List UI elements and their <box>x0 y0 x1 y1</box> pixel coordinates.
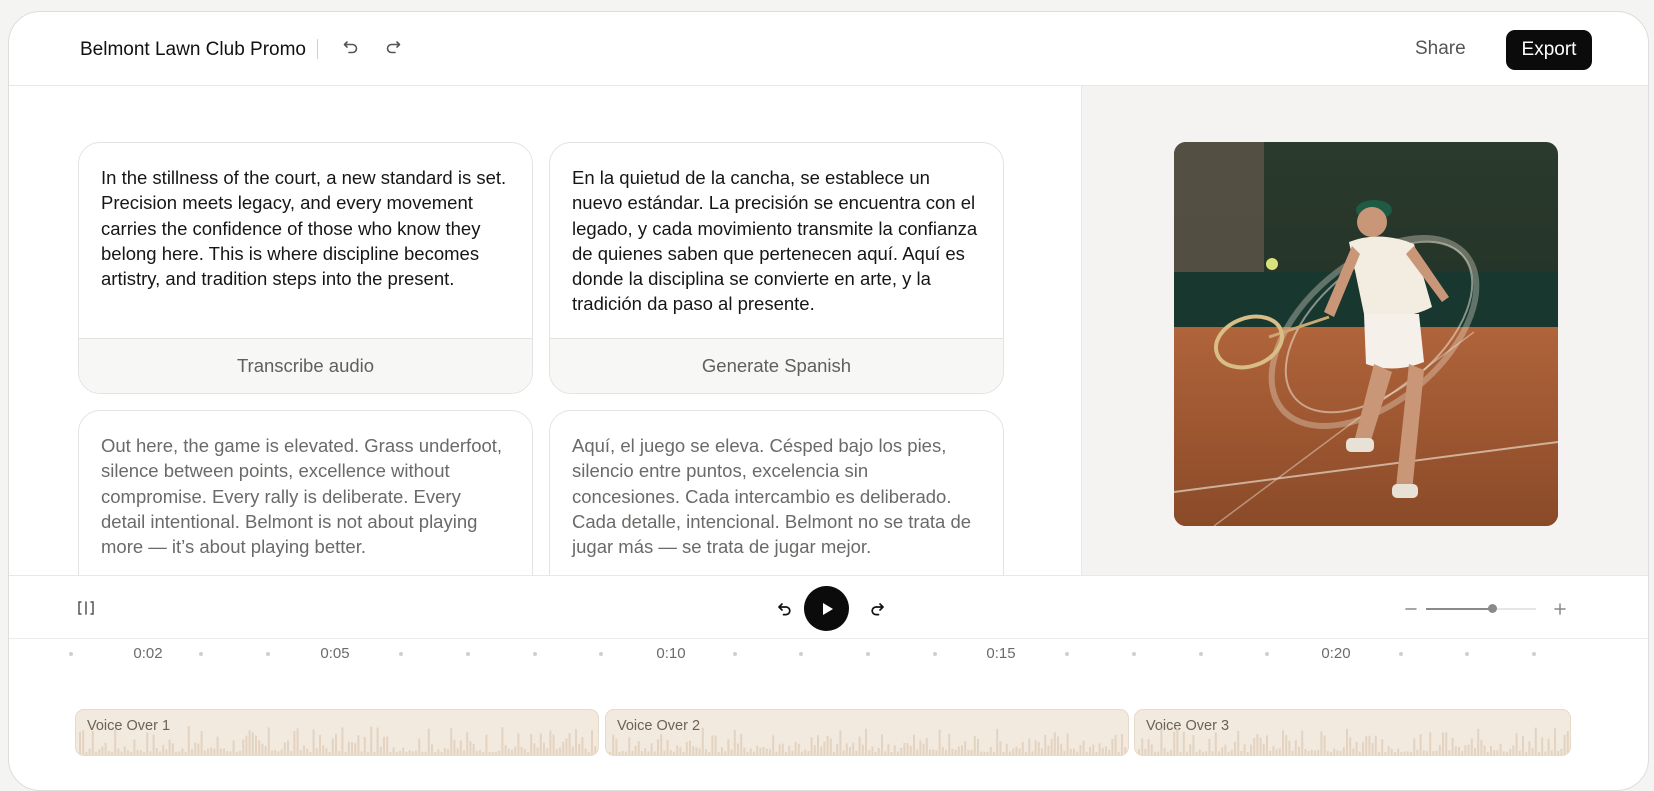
transcribe-audio-button[interactable]: Transcribe audio <box>79 338 532 393</box>
header-bar: Belmont Lawn Club Promo Share Export <box>9 12 1648 86</box>
zoom-out-icon <box>1405 608 1417 610</box>
voice-over-clip-1[interactable]: Voice Over 1 <box>75 709 599 756</box>
editor-window: Belmont Lawn Club Promo Share Export In … <box>8 11 1649 791</box>
ruler-tick <box>199 652 203 656</box>
play-icon <box>822 602 833 615</box>
export-button[interactable]: Export <box>1506 30 1592 70</box>
ruler-tick <box>69 652 73 656</box>
transcript-card-english-1[interactable]: In the stillness of the court, a new sta… <box>78 142 533 394</box>
forward-icon <box>871 603 884 616</box>
card-text[interactable]: In the stillness of the court, a new sta… <box>101 165 510 291</box>
ruler-tick <box>1199 652 1203 656</box>
zoom-in-button[interactable] <box>1546 595 1574 623</box>
ruler-tick <box>733 652 737 656</box>
ruler-tick <box>466 652 470 656</box>
ruler-tick <box>599 652 603 656</box>
panel-toggle-button[interactable] <box>72 594 100 622</box>
ruler-tick <box>1132 652 1136 656</box>
zoom-slider-fill <box>1426 608 1492 610</box>
ruler-tick <box>1465 652 1469 656</box>
waveform <box>609 727 1127 755</box>
zoom-out-button[interactable] <box>1397 595 1425 623</box>
ruler-tick <box>1265 652 1269 656</box>
panel-toggle-icon <box>78 601 94 615</box>
transcript-card-spanish-1[interactable]: En la quietud de la cancha, se establece… <box>549 142 1004 394</box>
forward-button[interactable] <box>863 595 891 623</box>
ruler-tick <box>799 652 803 656</box>
play-button[interactable] <box>804 586 849 631</box>
timeline-ruler[interactable]: 0:02 0:05 0:10 0:15 0:20 <box>9 640 1648 670</box>
ruler-label: 0:20 <box>1321 645 1351 662</box>
project-title: Belmont Lawn Club Promo <box>80 39 306 60</box>
rewind-button[interactable] <box>771 595 799 623</box>
ruler-label: 0:15 <box>986 645 1016 662</box>
ruler-label: 0:10 <box>656 645 686 662</box>
transport-bar <box>9 575 1648 639</box>
ruler-label: 0:05 <box>320 645 350 662</box>
zoom-slider-thumb[interactable] <box>1488 604 1497 613</box>
ruler-label: 0:02 <box>133 645 163 662</box>
ruler-tick <box>266 652 270 656</box>
zoom-slider[interactable] <box>1426 604 1536 613</box>
card-text[interactable]: Aquí, el juego se eleva. Césped bajo los… <box>572 433 981 559</box>
undo-icon <box>343 41 358 54</box>
undo-button[interactable] <box>337 33 365 61</box>
waveform <box>79 726 597 755</box>
voice-over-clip-2[interactable]: Voice Over 2 <box>605 709 1129 756</box>
ruler-tick <box>866 652 870 656</box>
header-divider <box>317 39 318 59</box>
card-text[interactable]: Out here, the game is elevated. Grass un… <box>101 433 510 559</box>
preview-panel <box>1081 86 1648 575</box>
ruler-tick <box>399 652 403 656</box>
card-text[interactable]: En la quietud de la cancha, se establece… <box>572 165 981 317</box>
redo-icon <box>386 41 401 54</box>
tennis-player-photo <box>1174 142 1558 526</box>
generate-spanish-button[interactable]: Generate Spanish <box>550 338 1003 393</box>
voice-over-clip-3[interactable]: Voice Over 3 <box>1134 709 1571 756</box>
ruler-tick <box>1065 652 1069 656</box>
redo-button[interactable] <box>379 33 407 61</box>
ruler-tick <box>1399 652 1403 656</box>
ruler-tick <box>1532 652 1536 656</box>
share-button[interactable]: Share <box>1415 38 1466 60</box>
waveform <box>1138 727 1569 755</box>
ruler-tick <box>933 652 937 656</box>
ruler-tick <box>533 652 537 656</box>
rewind-icon <box>778 603 791 616</box>
preview-image <box>1174 142 1558 526</box>
zoom-in-icon <box>1554 603 1566 615</box>
